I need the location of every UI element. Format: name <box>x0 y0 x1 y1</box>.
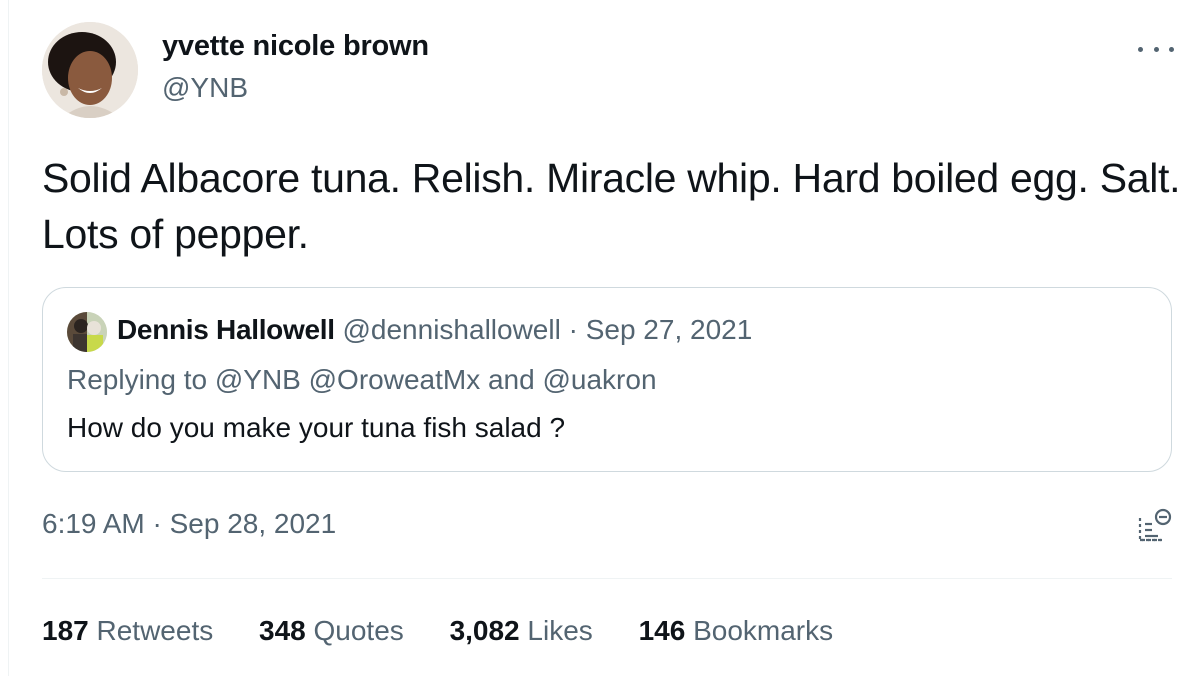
column-border <box>8 0 9 676</box>
author-name[interactable]: yvette nicole brown <box>162 30 429 63</box>
quoted-replying-to: Replying to @YNB @OroweatMx and @uakron <box>67 364 657 395</box>
quoted-header: Dennis Hallowell @dennishallowell · Sep … <box>117 314 752 346</box>
stat-label: Retweets <box>96 615 214 646</box>
stat-label: Likes <box>527 615 593 646</box>
quoted-author-name[interactable]: Dennis Hallowell <box>117 314 335 345</box>
tweet-text: Solid Albacore tuna. Relish. Miracle whi… <box>42 155 1181 257</box>
quoted-date[interactable]: Sep 27, 2021 <box>586 314 753 345</box>
quoted-tweet-card[interactable]: Dennis Hallowell @dennishallowell · Sep … <box>42 287 1172 472</box>
stat-value: 3,082 <box>449 615 520 646</box>
stat-label: Quotes <box>313 615 404 646</box>
divider <box>42 578 1172 579</box>
more-horizontal-icon[interactable] <box>1138 38 1174 60</box>
quoted-author-handle[interactable]: @dennishallowell <box>342 314 560 345</box>
engagement-stats: 187 Retweets 348 Quotes 3,082 Likes 146 … <box>42 615 871 647</box>
stat-quotes[interactable]: 348 Quotes <box>259 615 404 647</box>
quoted-avatar-photo <box>67 312 107 352</box>
quoted-separator: · <box>560 314 586 345</box>
stat-likes[interactable]: 3,082 Likes <box>450 615 593 647</box>
stat-value: 146 <box>638 615 686 646</box>
avatar-photo <box>42 22 138 118</box>
quoted-text: How do you make your tuna fish salad ? <box>67 412 566 443</box>
quoted-author-avatar <box>67 312 107 352</box>
stat-label: Bookmarks <box>693 615 834 646</box>
author-handle[interactable]: @YNB <box>162 72 248 104</box>
analytics-icon[interactable] <box>1134 506 1174 546</box>
stat-value: 187 <box>42 615 89 646</box>
author-avatar[interactable] <box>42 22 138 118</box>
stat-retweets[interactable]: 187 Retweets <box>42 615 213 647</box>
tweet-timestamp[interactable]: 6:19 AM · Sep 28, 2021 <box>42 508 336 540</box>
stat-value: 348 <box>259 615 306 646</box>
stat-bookmarks[interactable]: 146 Bookmarks <box>639 615 834 647</box>
